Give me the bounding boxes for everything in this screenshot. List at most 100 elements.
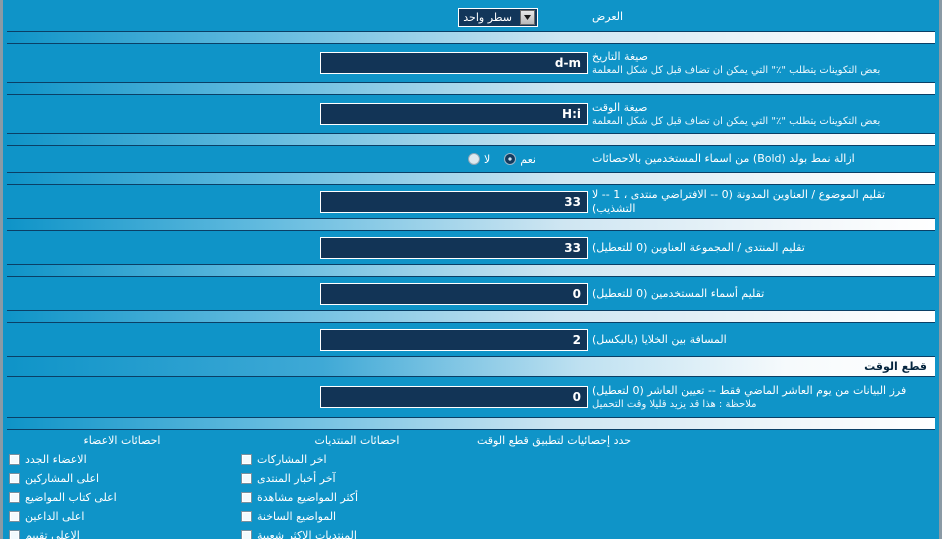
checkbox-icon[interactable] xyxy=(241,511,252,522)
time-cutoff-input[interactable] xyxy=(320,386,588,408)
row-remove-bold: ازالة نمط بولد (Bold) من اسماء المستخدمي… xyxy=(3,146,939,172)
row-trim-thread: تقليم الموضوع / العناوين المدونة (0 -- ا… xyxy=(3,185,939,218)
cell-spacing-input[interactable] xyxy=(320,328,588,351)
trim-forum-field-cell xyxy=(9,233,588,263)
trim-thread-label-cell: تقليم الموضوع / العناوين المدونة (0 -- ا… xyxy=(588,184,933,220)
time-format-label-cell: صيغة الوقت بعض التكوينات يتطلب "٪" التي … xyxy=(588,97,933,132)
date-format-desc: بعض التكوينات يتطلب "٪" التي يمكن ان تضا… xyxy=(592,64,881,76)
time-cutoff-title: فرز البيانات من يوم العاشر الماضي فقط --… xyxy=(592,383,907,397)
time-cutoff-desc: ملاحظة : هذا قد يزيد قليلا وقت التحميل xyxy=(592,398,757,410)
trim-forum-input[interactable] xyxy=(320,236,588,259)
remove-bold-label-cell: ازالة نمط بولد (Bold) من اسماء المستخدمي… xyxy=(588,148,933,170)
row-cell-spacing: المسافة بين الخلايا (بالبكسل) xyxy=(3,323,939,356)
time-format-input[interactable] xyxy=(320,103,588,125)
remove-bold-radio-group: نعم لا xyxy=(468,153,588,166)
display-label: العرض xyxy=(592,10,624,23)
trim-thread-input[interactable] xyxy=(320,190,588,213)
divider-3 xyxy=(7,133,935,146)
time-format-desc: بعض التكوينات يتطلب "٪" التي يمكن ان تضا… xyxy=(592,115,881,127)
date-format-title: صيغة التاريخ xyxy=(592,49,648,63)
divider-1 xyxy=(7,31,935,44)
settings-page: العرض سطر واحد صيغة التاريخ بعض التكوينا… xyxy=(0,0,942,539)
divider-7 xyxy=(7,310,935,323)
divider-8 xyxy=(7,417,935,430)
list-item[interactable]: اعلى كتاب المواضيع xyxy=(9,488,235,507)
remove-bold-field-cell: نعم لا xyxy=(9,149,588,170)
row-display: العرض سطر واحد xyxy=(3,3,939,31)
list-item[interactable]: المنتديات الاكثر شعبية xyxy=(241,526,473,539)
time-cutoff-label-cell: فرز البيانات من يوم العاشر الماضي فقط --… xyxy=(588,380,933,415)
checkbox-icon[interactable] xyxy=(9,454,20,465)
display-mode-select[interactable]: سطر واحد xyxy=(458,7,538,27)
stats-selection-area: حدد إحصائيات لتطبيق قطع الوقت احصائات ال… xyxy=(3,430,939,539)
trim-username-label-cell: تقليم أسماء المستخدمين (0 للتعطيل) xyxy=(588,283,933,305)
remove-bold-yes-label: نعم xyxy=(520,152,536,166)
forum-stats-heading: احصائات المنتديات xyxy=(314,434,400,447)
display-mode-value: سطر واحد xyxy=(463,10,512,24)
stats-label-cell: حدد إحصائيات لتطبيق قطع الوقت xyxy=(473,432,933,539)
divider-6 xyxy=(7,264,935,277)
cell-spacing-field-cell xyxy=(9,325,588,355)
member-stat-label: اعلى الداعين xyxy=(25,510,85,523)
time-format-title: صيغة الوقت xyxy=(592,100,648,114)
member-stat-label: اعلى المشاركين xyxy=(25,472,100,485)
row-time-cutoff: فرز البيانات من يوم العاشر الماضي فقط --… xyxy=(3,377,939,417)
forum-stats-column: احصائات المنتديات اخر المشاركات آخر أخبا… xyxy=(241,432,473,539)
time-format-field-cell xyxy=(9,99,588,129)
trim-username-title: تقليم أسماء المستخدمين (0 للتعطيل) xyxy=(592,286,765,300)
chevron-down-icon[interactable] xyxy=(520,9,535,25)
cell-spacing-title: المسافة بين الخلايا (بالبكسل) xyxy=(592,332,727,346)
date-format-input[interactable] xyxy=(320,52,588,74)
row-trim-username: تقليم أسماء المستخدمين (0 للتعطيل) xyxy=(3,277,939,310)
row-time-format: صيغة الوقت بعض التكوينات يتطلب "٪" التي … xyxy=(3,95,939,133)
forum-stat-label: اخر المشاركات xyxy=(257,453,327,466)
member-stats-column: احصائات الاعضاء الاعضاء الجدد اعلى المشا… xyxy=(9,432,241,539)
radio-selected-icon[interactable] xyxy=(504,153,517,165)
forum-stat-label: المنتديات الاكثر شعبية xyxy=(257,529,357,539)
checkbox-icon[interactable] xyxy=(9,492,20,503)
display-label-cell: العرض xyxy=(588,6,933,28)
divider-2 xyxy=(7,82,935,95)
list-item[interactable]: اعلى المشاركين xyxy=(9,469,235,488)
checkbox-icon[interactable] xyxy=(9,530,20,539)
list-item[interactable]: أكثر المواضيع مشاهدة xyxy=(241,488,473,507)
stats-label: حدد إحصائيات لتطبيق قطع الوقت xyxy=(477,434,632,447)
row-trim-forum: تقليم المنتدى / المجموعة العناوين (0 للت… xyxy=(3,231,939,264)
forum-stat-label: آخر أخبار المنتدى xyxy=(257,472,336,485)
date-format-field-cell xyxy=(9,48,588,78)
list-item[interactable]: آخر أخبار المنتدى xyxy=(241,469,473,488)
remove-bold-radio-yes[interactable]: نعم xyxy=(504,153,536,166)
time-cutoff-section-title: قطع الوقت xyxy=(864,360,927,373)
cell-spacing-label-cell: المسافة بين الخلايا (بالبكسل) xyxy=(588,329,933,351)
member-stats-heading: احصائات الاعضاء xyxy=(83,434,161,447)
radio-unselected-icon[interactable] xyxy=(468,153,481,165)
checkbox-icon[interactable] xyxy=(241,454,252,465)
divider-5 xyxy=(7,218,935,231)
remove-bold-title: ازالة نمط بولد (Bold) من اسماء المستخدمي… xyxy=(592,152,855,165)
checkbox-icon[interactable] xyxy=(241,492,252,503)
date-format-label-cell: صيغة التاريخ بعض التكوينات يتطلب "٪" الت… xyxy=(588,46,933,81)
list-item[interactable]: الاعلى تقييم xyxy=(9,526,235,539)
forum-stat-label: المواضيع الساخنة xyxy=(257,510,337,523)
trim-forum-label-cell: تقليم المنتدى / المجموعة العناوين (0 للت… xyxy=(588,237,933,259)
display-field-cell: سطر واحد xyxy=(9,4,588,31)
list-item[interactable]: اخر المشاركات xyxy=(241,450,473,469)
row-date-format: صيغة التاريخ بعض التكوينات يتطلب "٪" الت… xyxy=(3,44,939,82)
list-item[interactable]: الاعضاء الجدد xyxy=(9,450,235,469)
checkbox-icon[interactable] xyxy=(9,511,20,522)
checkbox-icon[interactable] xyxy=(241,530,252,539)
trim-thread-title: تقليم الموضوع / العناوين المدونة (0 -- ا… xyxy=(592,187,886,215)
trim-username-input[interactable] xyxy=(320,282,588,305)
list-item[interactable]: اعلى الداعين xyxy=(9,507,235,526)
trim-username-field-cell xyxy=(9,279,588,309)
remove-bold-radio-no[interactable]: لا xyxy=(468,153,490,166)
forum-stat-label: أكثر المواضيع مشاهدة xyxy=(257,491,359,504)
member-stat-label: الاعلى تقييم xyxy=(25,529,80,539)
checkbox-icon[interactable] xyxy=(9,473,20,484)
checkbox-icon[interactable] xyxy=(241,473,252,484)
member-stat-label: اعلى كتاب المواضيع xyxy=(25,491,117,504)
trim-thread-field-cell xyxy=(9,187,588,217)
member-stat-label: الاعضاء الجدد xyxy=(25,453,87,466)
trim-forum-title: تقليم المنتدى / المجموعة العناوين (0 للت… xyxy=(592,240,805,254)
list-item[interactable]: المواضيع الساخنة xyxy=(241,507,473,526)
